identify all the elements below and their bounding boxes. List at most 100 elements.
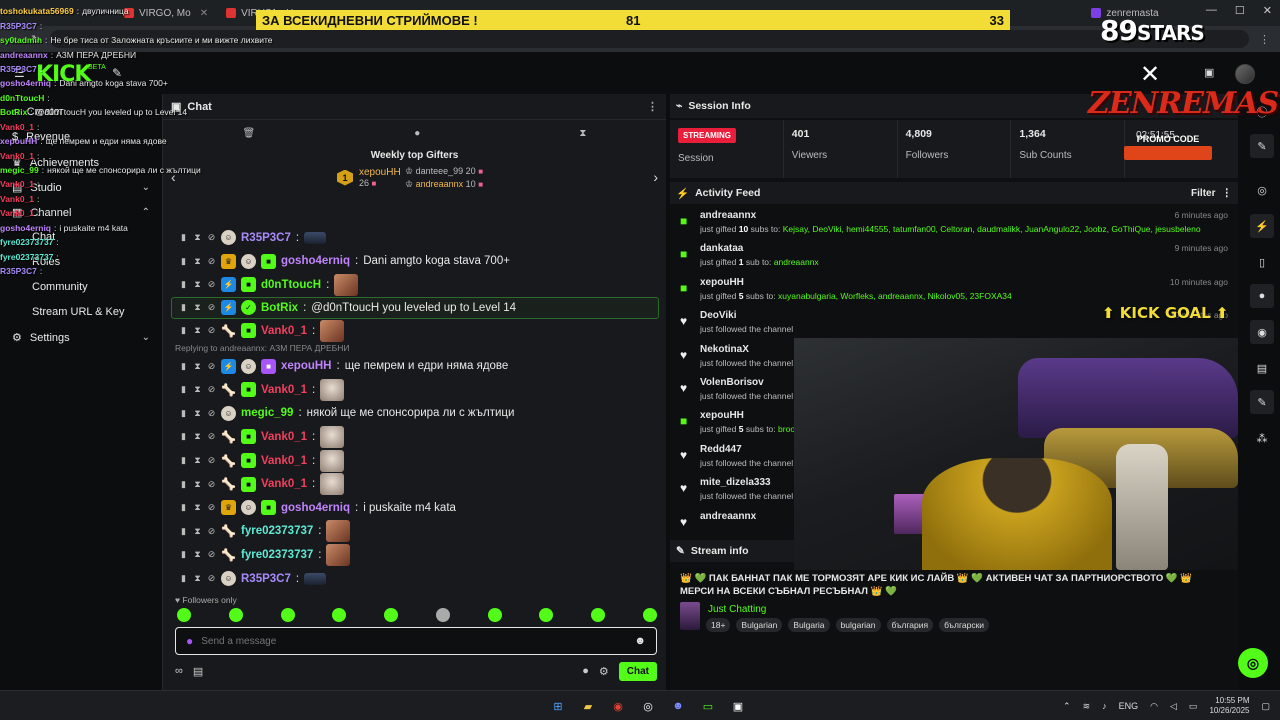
timeout-icon[interactable]: ⧗ [193, 279, 202, 290]
emote-icon[interactable] [228, 608, 243, 622]
timeout-icon[interactable]: ⧗ [193, 573, 202, 584]
clock[interactable]: 10:55 PM 10/26/2025 [1209, 696, 1249, 716]
trash-icon[interactable]: ▮ [179, 455, 188, 466]
chat-message-highlighted[interactable]: ▮ ⧗ ⊘ ⚡ ✓ BotRix: @d0nTtoucH you leveled up to… [171, 296, 659, 319]
username[interactable]: BotRix [261, 302, 298, 314]
microphone-icon[interactable]: ● [186, 634, 193, 648]
wrench-icon[interactable]: ✎ [1250, 390, 1274, 414]
emote-icon[interactable] [591, 608, 606, 622]
chat-message[interactable]: ▮ ⧗ ⊘ ♛ ☺ ■ gosho4erniq: i puskaite m4 kata [163, 496, 667, 520]
tag[interactable]: българия [886, 618, 934, 632]
emote-icon[interactable] [642, 608, 657, 622]
gear-icon[interactable]: ⚙ [599, 665, 609, 678]
bolt-icon[interactable]: ⚡ [1250, 214, 1274, 238]
username[interactable]: Vank0_1 [261, 455, 307, 467]
microphone-icon[interactable]: ♪ [1102, 701, 1107, 711]
chat-message[interactable]: ▮ ⧗ ⊘ ☺ R35P3C7: [163, 567, 667, 591]
tag[interactable]: Bulgaria [788, 618, 830, 632]
timeout-icon[interactable]: ⧗ [193, 526, 202, 537]
trash-icon[interactable]: ▮ [179, 408, 188, 419]
timeout-icon[interactable]: ⧗ [193, 325, 202, 336]
emote-icon[interactable] [435, 608, 450, 622]
tag[interactable]: bulgarian [835, 618, 881, 632]
chevron-up-icon[interactable]: ⌃ [1063, 701, 1071, 712]
ban-icon[interactable]: ⊘ [207, 408, 216, 419]
send-chat-button[interactable]: Chat [618, 661, 657, 681]
ban-icon[interactable]: ⊘ [207, 431, 216, 442]
trash-icon[interactable]: ▮ [179, 502, 188, 513]
chat-input[interactable] [201, 635, 627, 647]
emote-icon[interactable] [539, 608, 554, 622]
tag[interactable]: 18+ [706, 618, 731, 632]
filter-button[interactable]: Filter [1191, 188, 1215, 199]
sidebar-item-stream-url-key[interactable]: Stream URL & Key [32, 306, 150, 318]
maximize-icon[interactable]: ☐ [1235, 4, 1245, 17]
trash-icon[interactable]: ▮ [179, 479, 188, 490]
emoji-icon[interactable]: ☻ [634, 635, 646, 647]
language-indicator[interactable]: ENG [1119, 701, 1139, 711]
username[interactable]: megic_99 [241, 407, 293, 419]
username[interactable]: fyre02373737 [241, 549, 313, 561]
trash-icon[interactable]: ▮ [179, 573, 188, 584]
timeout-icon[interactable]: ⧗ [193, 302, 202, 313]
username[interactable]: d0nTtoucH [261, 279, 321, 291]
ban-icon[interactable]: ⊘ [207, 526, 216, 537]
trash-icon[interactable]: ▮ [179, 361, 188, 372]
discord-icon[interactable]: ☻ [668, 696, 688, 716]
emote-icon[interactable] [280, 608, 295, 622]
notification-icon[interactable]: ▢ [1261, 701, 1270, 712]
ban-icon[interactable]: ⊘ [207, 384, 216, 395]
user-avatar[interactable] [1235, 64, 1255, 84]
ban-icon[interactable]: ⊘ [207, 361, 216, 372]
ban-icon[interactable]: ⊘ [207, 549, 216, 560]
emote-icon[interactable]: ● [414, 128, 420, 139]
chat-message[interactable]: ▮ ⧗ ⊘ 🦴 ■ Vank0_1: [163, 378, 667, 402]
username[interactable]: gosho4erniq [281, 502, 350, 514]
ban-icon[interactable]: ⊘ [207, 502, 216, 513]
file-explorer-icon[interactable]: ▰ [578, 696, 598, 716]
broadcast-icon[interactable]: ◉ [1250, 320, 1274, 344]
emote-icon[interactable] [384, 608, 399, 622]
close-window-icon[interactable]: ✕ [1263, 4, 1272, 17]
ban-icon[interactable]: ⊘ [207, 302, 216, 313]
wifi-icon[interactable]: ◠ [1150, 701, 1158, 712]
trash-icon[interactable]: ▮ [179, 325, 188, 336]
windows-start-icon[interactable]: ⊞ [548, 696, 568, 716]
timeout-icon[interactable]: ⧗ [193, 361, 202, 372]
ban-icon[interactable]: ⊘ [207, 573, 216, 584]
points-icon[interactable]: ∞ [175, 665, 183, 677]
emote-icon[interactable] [332, 608, 347, 622]
timeout-icon[interactable]: ⧗ [193, 455, 202, 466]
minimize-icon[interactable]: — [1206, 4, 1217, 17]
trash-icon[interactable]: ▮ [179, 549, 188, 560]
help-button[interactable]: ◎ [1238, 648, 1268, 678]
battery-icon[interactable]: ▭ [1189, 701, 1198, 712]
username[interactable]: Vank0_1 [261, 325, 307, 337]
trash-icon[interactable]: ▮ [179, 526, 188, 537]
chat-message[interactable]: ▮ ⧗ ⊘ 🦴 ■ Vank0_1: [163, 472, 667, 496]
timeout-icon[interactable]: ⧗ [193, 502, 202, 513]
trash-icon[interactable]: ▮ [179, 384, 188, 395]
streaming-app-icon[interactable]: ▭ [698, 696, 718, 716]
sidebar-item-settings[interactable]: ⚙ Settings ⌄ [12, 331, 150, 345]
timeout-icon[interactable]: ⧗ [193, 549, 202, 560]
extensions-icon[interactable]: ⋮ [1259, 33, 1270, 46]
chat-message[interactable]: Replying to andreaannx: АЗМ ПЕРА ДРЕБНИ ▮… [163, 343, 667, 378]
obs-icon[interactable]: ◎ [638, 696, 658, 716]
chat-message[interactable]: ▮ ⧗ ⊘ 🦴 ■ Vank0_1: [163, 449, 667, 473]
more-options-icon[interactable]: ⋮ [647, 100, 658, 113]
chat-message[interactable]: ▮ ⧗ ⊘ ☺ megic_99: някой ще ме спонсорира ли с… [163, 402, 667, 426]
emote-icon[interactable] [177, 608, 191, 622]
timeout-icon[interactable]: ⧗ [193, 408, 202, 419]
chat-message[interactable]: ▮ ⧗ ⊘ 🦴 fyre02373737: [163, 520, 667, 544]
nodes-icon[interactable]: ⁂ [1250, 426, 1274, 450]
chat-message[interactable]: ▮ ⧗ ⊘ 🦴 fyre02373737: [163, 543, 667, 567]
tag[interactable]: Bulgarian [736, 618, 783, 632]
chat-message[interactable]: ▮ ⧗ ⊘ 🦴 ■ Vank0_1: [163, 425, 667, 449]
pencil-icon[interactable]: ✎ [1250, 134, 1274, 158]
ban-icon[interactable]: ⊘ [207, 279, 216, 290]
username[interactable]: Vank0_1 [261, 431, 307, 443]
chrome-icon[interactable]: ◉ [608, 696, 628, 716]
username[interactable]: Vank0_1 [261, 384, 307, 396]
store-icon[interactable]: ▤ [193, 665, 203, 678]
